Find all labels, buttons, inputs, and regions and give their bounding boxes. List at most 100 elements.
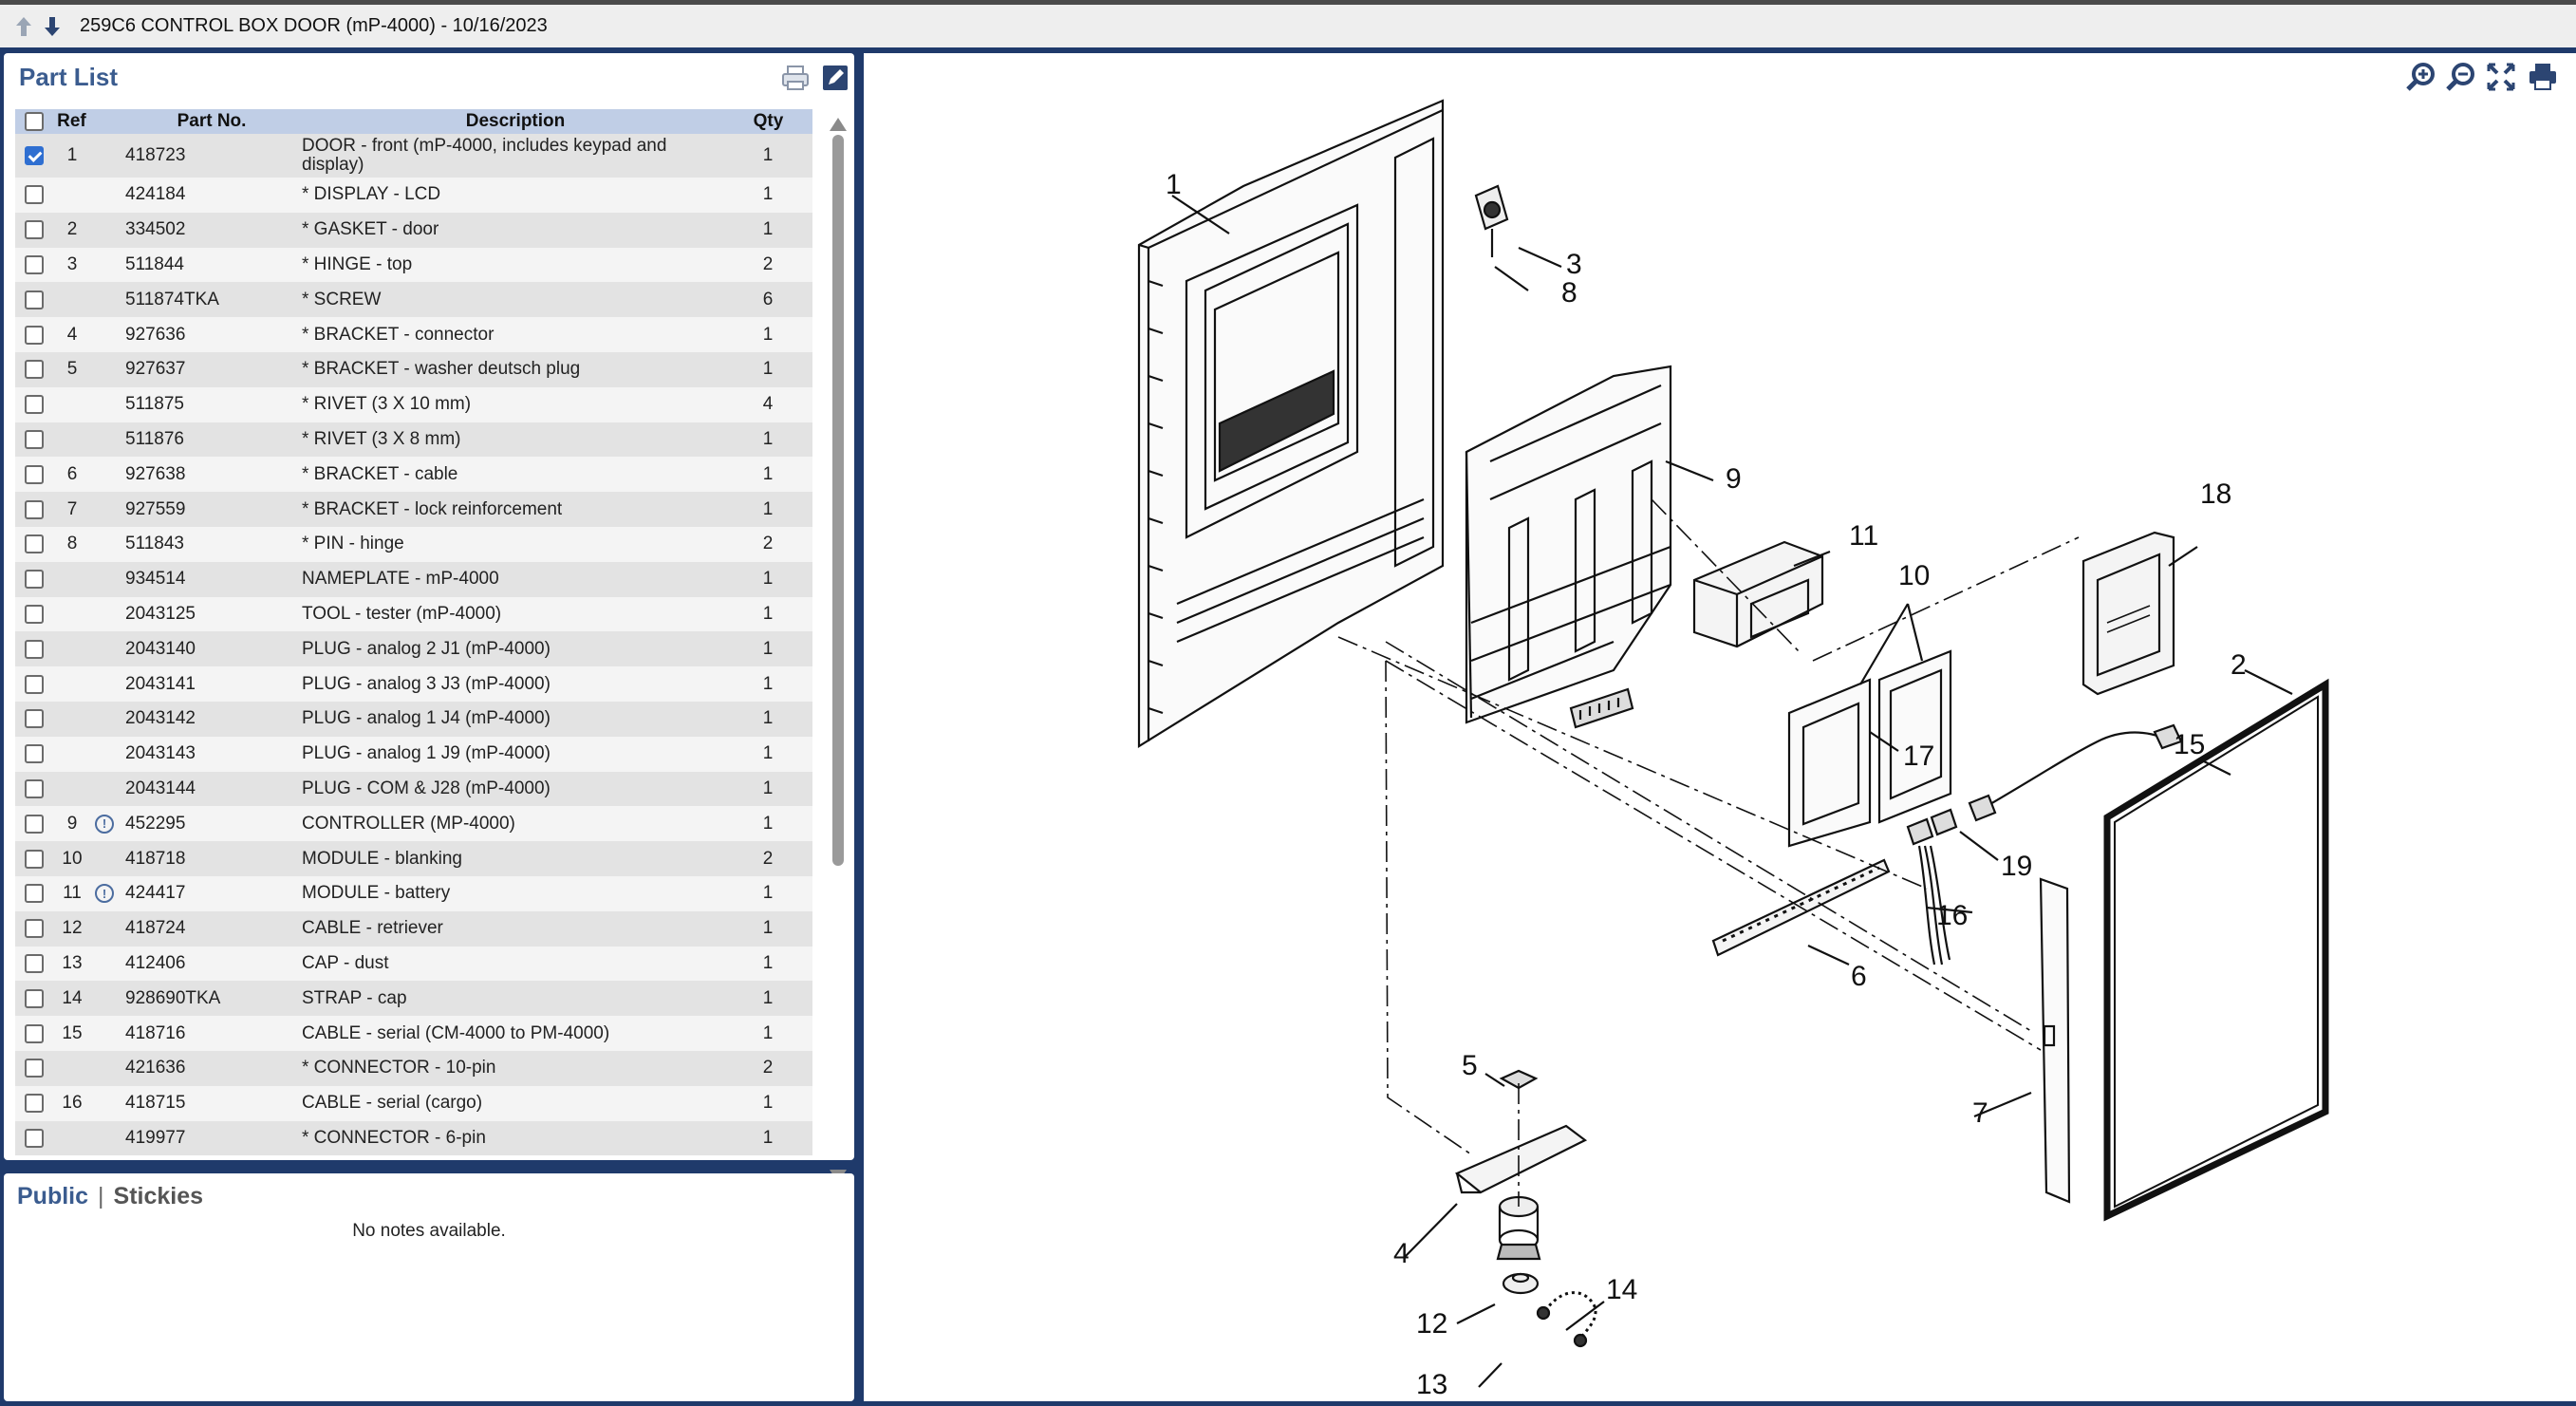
table-row[interactable]: 421636 * CONNECTOR - 10-pin 2 (15, 1050, 812, 1086)
edit-icon[interactable] (820, 63, 850, 93)
table-row[interactable]: 2 334502 * GASKET - door 1 (15, 212, 812, 248)
row-checkbox[interactable] (25, 360, 44, 380)
col-part-no[interactable]: Part No. (117, 111, 307, 132)
table-row[interactable]: 511875 * RIVET (3 X 10 mm) 4 (15, 386, 812, 422)
row-checkbox[interactable] (25, 185, 44, 205)
part-battery-module[interactable] (1692, 540, 1824, 648)
table-row[interactable]: 511874TKA * SCREW 6 (15, 282, 812, 318)
callout-7[interactable]: 7 (1972, 1097, 1988, 1129)
row-checkbox[interactable] (25, 849, 44, 869)
part-gasket[interactable] (2103, 678, 2329, 1222)
callout-8[interactable]: 8 (1561, 277, 1577, 309)
print-diagram-icon[interactable] (2527, 61, 2559, 93)
table-row[interactable]: 7 927559 * BRACKET - lock reinforcement 1 (15, 492, 812, 527)
fit-view-icon[interactable] (2485, 61, 2517, 93)
col-description[interactable]: Description (307, 112, 724, 131)
part-blanking-module-a[interactable] (1787, 678, 1872, 848)
row-checkbox[interactable] (25, 1128, 44, 1148)
table-row[interactable]: 5 927637 * BRACKET - washer deutsch plug 1 (15, 351, 812, 387)
table-row[interactable]: 8 511843 * PIN - hinge 2 (15, 526, 812, 562)
part-cargo-cable[interactable] (1906, 808, 1958, 965)
table-row[interactable]: 2043144 PLUG - COM & J28 (mP-4000) 1 (15, 771, 812, 807)
table-row[interactable]: 15 418716 CABLE - serial (CM-4000 to PM-40… (15, 1016, 812, 1051)
table-row[interactable]: 16 418715 CABLE - serial (cargo) 1 (15, 1085, 812, 1121)
tab-public[interactable]: Public (17, 1183, 88, 1209)
table-row[interactable]: 2043140 PLUG - analog 2 J1 (mP-4000) 1 (15, 631, 812, 667)
row-checkbox[interactable] (25, 709, 44, 729)
table-row[interactable]: 934514 NAMEPLATE - mP-4000 1 (15, 561, 812, 597)
row-checkbox[interactable] (25, 778, 44, 798)
row-checkbox[interactable] (25, 325, 44, 345)
part-lock-bracket[interactable] (2039, 877, 2071, 1204)
row-checkbox[interactable] (25, 604, 44, 624)
row-checkbox[interactable] (25, 988, 44, 1008)
part-connector-bracket[interactable] (1454, 1124, 1588, 1194)
table-row[interactable]: 3 511844 * HINGE - top 2 (15, 247, 812, 283)
table-row[interactable]: 6 927638 * BRACKET - cable 1 (15, 457, 812, 493)
row-checkbox[interactable] (25, 953, 44, 973)
table-row[interactable]: 4 927636 * BRACKET - connector 1 (15, 317, 812, 352)
callout-1[interactable]: 1 (1166, 169, 1182, 200)
table-row[interactable]: 10 418718 MODULE - blanking 2 (15, 841, 812, 876)
table-row[interactable]: 1 418723 DOOR - front (mP-4000, includes k… (15, 134, 812, 178)
callout-10[interactable]: 10 (1898, 560, 1930, 591)
row-checkbox[interactable] (25, 570, 44, 590)
row-checkbox[interactable] (25, 919, 44, 939)
diagram-panel[interactable]: 1 2 3 4 5 6 7 8 9 10 11 12 13 14 15 16 17 18 19 (864, 53, 2576, 1401)
callout-13[interactable]: 13 (1416, 1369, 1447, 1400)
row-checkbox[interactable] (25, 744, 44, 764)
table-row[interactable]: 419977 * CONNECTOR - 6-pin 1 (15, 1120, 812, 1156)
callout-19[interactable]: 19 (2001, 851, 2032, 882)
callout-4[interactable]: 4 (1393, 1238, 1409, 1269)
part-dust-cap[interactable] (1502, 1272, 1540, 1295)
row-checkbox[interactable] (25, 534, 44, 554)
callout-18[interactable]: 18 (2200, 478, 2231, 510)
callout-9[interactable]: 9 (1726, 463, 1742, 495)
zoom-in-icon[interactable] (2405, 61, 2437, 93)
callout-16[interactable]: 16 (1936, 900, 1968, 931)
row-checkbox[interactable] (25, 499, 44, 519)
scroll-thumb[interactable] (832, 135, 844, 866)
callout-15[interactable]: 15 (2174, 729, 2205, 760)
row-checkbox[interactable] (25, 220, 44, 240)
row-checkbox[interactable] (25, 254, 44, 274)
info-alert-icon[interactable]: ! (95, 814, 114, 834)
print-list-icon[interactable] (780, 63, 811, 93)
col-ref[interactable]: Ref (53, 111, 91, 132)
zoom-out-icon[interactable] (2445, 61, 2477, 93)
part-strap[interactable] (1536, 1291, 1597, 1348)
callout-3[interactable]: 3 (1566, 249, 1582, 280)
table-row[interactable]: 2043141 PLUG - analog 3 J3 (mP-4000) 1 (15, 666, 812, 702)
table-row[interactable]: 14 928690TKA STRAP - cap 1 (15, 981, 812, 1017)
table-row[interactable]: 2043125 TOOL - tester (mP-4000) 1 (15, 596, 812, 632)
row-checkbox[interactable] (25, 884, 44, 904)
callout-2[interactable]: 2 (2231, 649, 2247, 681)
info-alert-icon[interactable]: ! (95, 884, 114, 904)
table-row[interactable]: 2043143 PLUG - analog 1 J9 (mP-4000) 1 (15, 736, 812, 772)
row-checkbox[interactable] (25, 146, 44, 165)
part-list-scrollbar[interactable] (828, 110, 849, 1192)
table-row[interactable]: 11! 424417 MODULE - battery 1 (15, 875, 812, 911)
part-blanking-module-b[interactable] (1877, 649, 1952, 824)
arrow-up-icon[interactable] (11, 12, 36, 41)
row-checkbox[interactable] (25, 395, 44, 415)
table-row[interactable]: 9! 452295 CONTROLLER (MP-4000) 1 (15, 806, 812, 842)
row-checkbox[interactable] (25, 290, 44, 309)
part-module-18[interactable] (2081, 531, 2175, 696)
row-checkbox[interactable] (25, 814, 44, 834)
row-checkbox[interactable] (25, 464, 44, 484)
callout-12[interactable]: 12 (1416, 1308, 1447, 1340)
row-checkbox[interactable] (25, 674, 44, 694)
col-qty[interactable]: Qty (724, 111, 812, 132)
table-row[interactable]: 511876 * RIVET (3 X 8 mm) 1 (15, 422, 812, 458)
row-checkbox[interactable] (25, 1023, 44, 1043)
table-row[interactable]: 2043142 PLUG - analog 1 J4 (mP-4000) 1 (15, 701, 812, 737)
row-checkbox[interactable] (25, 639, 44, 659)
callout-14[interactable]: 14 (1606, 1274, 1637, 1305)
part-hinge[interactable] (1474, 184, 1509, 257)
part-connector-17[interactable] (1569, 687, 1634, 729)
row-checkbox[interactable] (25, 1059, 44, 1078)
select-all-checkbox[interactable] (24, 112, 44, 131)
table-row[interactable]: 13 412406 CAP - dust 1 (15, 946, 812, 982)
callout-5[interactable]: 5 (1462, 1050, 1478, 1081)
